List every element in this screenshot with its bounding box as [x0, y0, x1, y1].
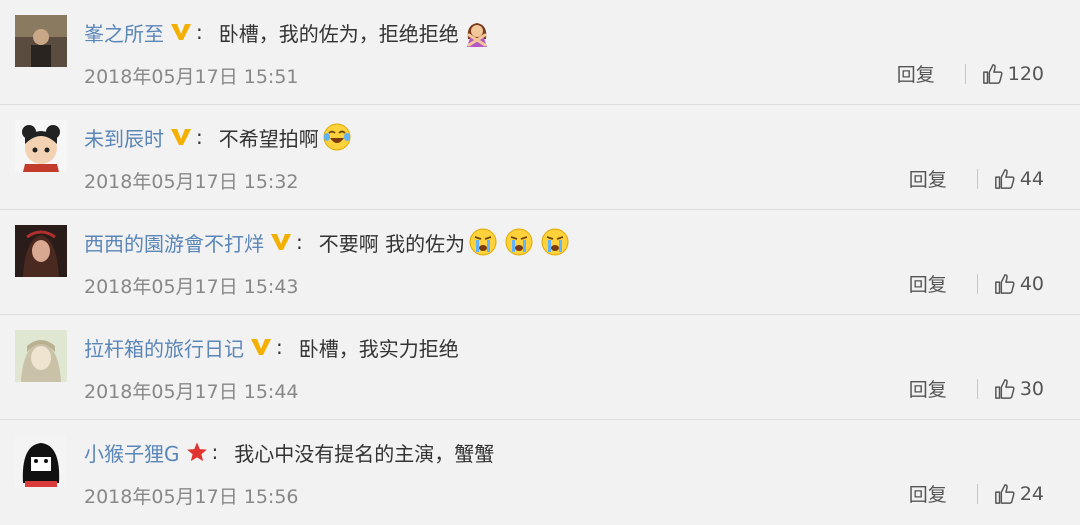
thumbs-up-icon: [994, 483, 1015, 504]
colon: :: [211, 440, 219, 464]
verified-v-badge-icon: [270, 232, 292, 252]
comment-date: 2018年05月17日 15:44: [84, 381, 299, 403]
verified-v-badge-icon: [250, 337, 272, 357]
like-count: 30: [1019, 377, 1044, 400]
comment-item: 未到辰时 : 不希望拍啊 2018年05月17日 15:32 回复 44: [0, 105, 1080, 210]
thumbs-up-icon: [994, 378, 1015, 399]
reply-button[interactable]: 回复: [909, 270, 947, 297]
username[interactable]: 拉杆箱的旅行日记: [84, 333, 244, 362]
like-count: 24: [1019, 482, 1044, 505]
divider: [976, 273, 978, 294]
username[interactable]: 西西的園游會不打烊: [84, 228, 264, 257]
like-button[interactable]: 120: [982, 63, 1044, 85]
comment-date: 2018年05月17日 15:56: [84, 486, 299, 508]
comment-text: 我心中没有提名的主演，蟹蟹: [234, 441, 495, 466]
thumbs-up-icon: [994, 168, 1015, 189]
thumbs-up-icon: [994, 273, 1015, 294]
verified-v-badge-icon: [170, 22, 192, 42]
reply-button[interactable]: 回复: [909, 375, 947, 402]
red-star-badge-icon: [186, 441, 208, 463]
comment-item: 峯之所至 : 卧槽，我的佐为，拒绝拒绝 2018年05月17日 15:51 回复…: [0, 0, 1080, 105]
username[interactable]: 峯之所至: [84, 18, 164, 47]
avatar[interactable]: [15, 330, 67, 382]
divider: [976, 483, 978, 504]
comment-date: 2018年05月17日 15:32: [84, 171, 299, 193]
comment-item: 西西的園游會不打烊 : 不要啊 我的佐为 2018年05月17日 15:43 回…: [0, 210, 1080, 315]
reply-button[interactable]: 回复: [909, 165, 947, 192]
avatar[interactable]: [15, 15, 67, 67]
username[interactable]: 小猴子狸G: [84, 438, 180, 467]
verified-v-badge-icon: [170, 127, 192, 147]
divider: [964, 63, 966, 84]
comment-text: 不要啊 我的佐为: [318, 231, 466, 256]
reply-button[interactable]: 回复: [909, 480, 947, 507]
tears-of-joy-face-icon: [322, 122, 352, 152]
like-button[interactable]: 30: [994, 378, 1044, 400]
divider: [976, 378, 978, 399]
crying-face-icon: [504, 227, 534, 257]
colon: :: [196, 20, 203, 44]
crying-face-icon: [540, 227, 570, 257]
divider: [976, 168, 978, 189]
comment-date: 2018年05月17日 15:51: [84, 66, 299, 88]
crying-face-icon: [468, 227, 498, 257]
comment-text: 卧槽，我的佐为，拒绝拒绝: [218, 21, 459, 46]
woman-gesturing-no-icon: [462, 17, 492, 47]
comment-item: 拉杆箱的旅行日记 : 卧槽，我实力拒绝 2018年05月17日 15:44 回复…: [0, 315, 1080, 420]
avatar[interactable]: [15, 435, 67, 487]
comment-list: 峯之所至 : 卧槽，我的佐为，拒绝拒绝 2018年05月17日 15:51 回复…: [0, 0, 1080, 525]
username[interactable]: 未到辰时: [84, 123, 164, 152]
avatar[interactable]: [15, 225, 67, 277]
colon: :: [276, 335, 283, 359]
colon: :: [196, 125, 203, 149]
comment-text: 卧槽，我实力拒绝: [298, 336, 459, 361]
avatar[interactable]: [15, 120, 67, 172]
reply-button[interactable]: 回复: [897, 60, 935, 87]
like-count: 44: [1019, 167, 1044, 190]
like-count: 120: [1007, 62, 1044, 85]
like-button[interactable]: 24: [994, 483, 1044, 505]
like-count: 40: [1019, 272, 1044, 295]
comment-date: 2018年05月17日 15:43: [84, 276, 299, 298]
like-button[interactable]: 44: [994, 168, 1044, 190]
colon: :: [296, 230, 303, 254]
comment-text: 不希望拍啊: [218, 126, 319, 151]
like-button[interactable]: 40: [994, 273, 1044, 295]
thumbs-up-icon: [982, 63, 1003, 84]
comment-item: 小猴子狸G : 我心中没有提名的主演，蟹蟹 2018年05月17日 15:56 …: [0, 420, 1080, 525]
